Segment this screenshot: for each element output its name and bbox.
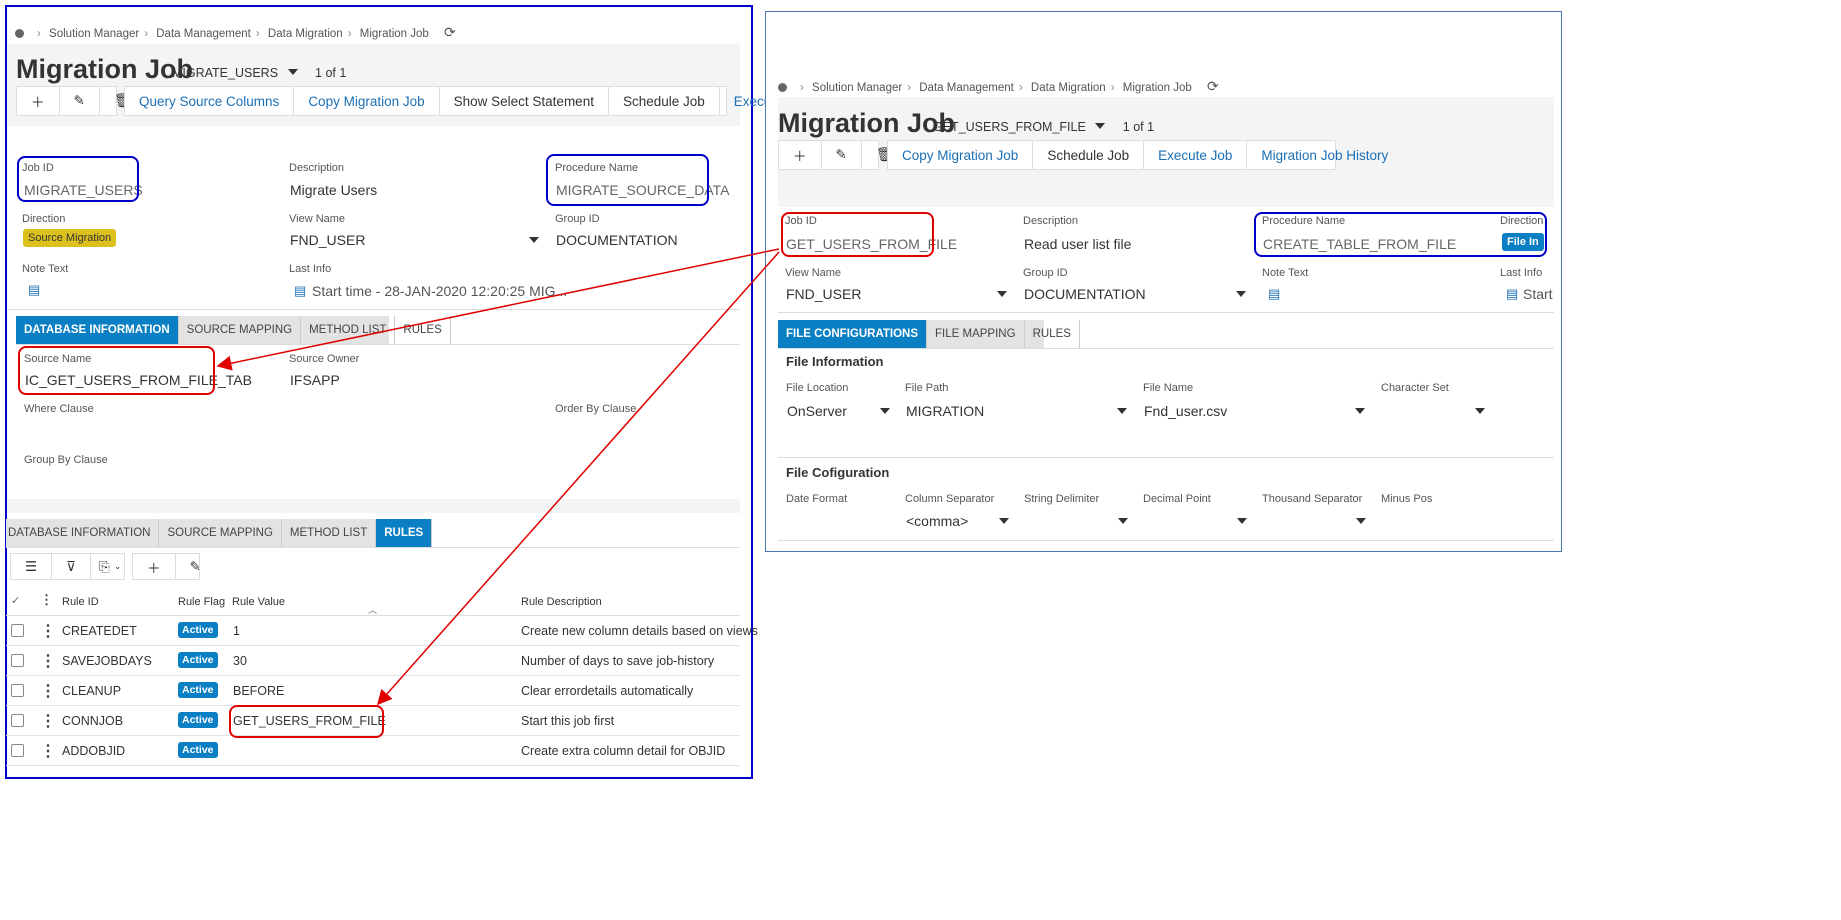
- annotation-arrow: [216, 248, 780, 371]
- annotation-arrows: [216, 248, 780, 706]
